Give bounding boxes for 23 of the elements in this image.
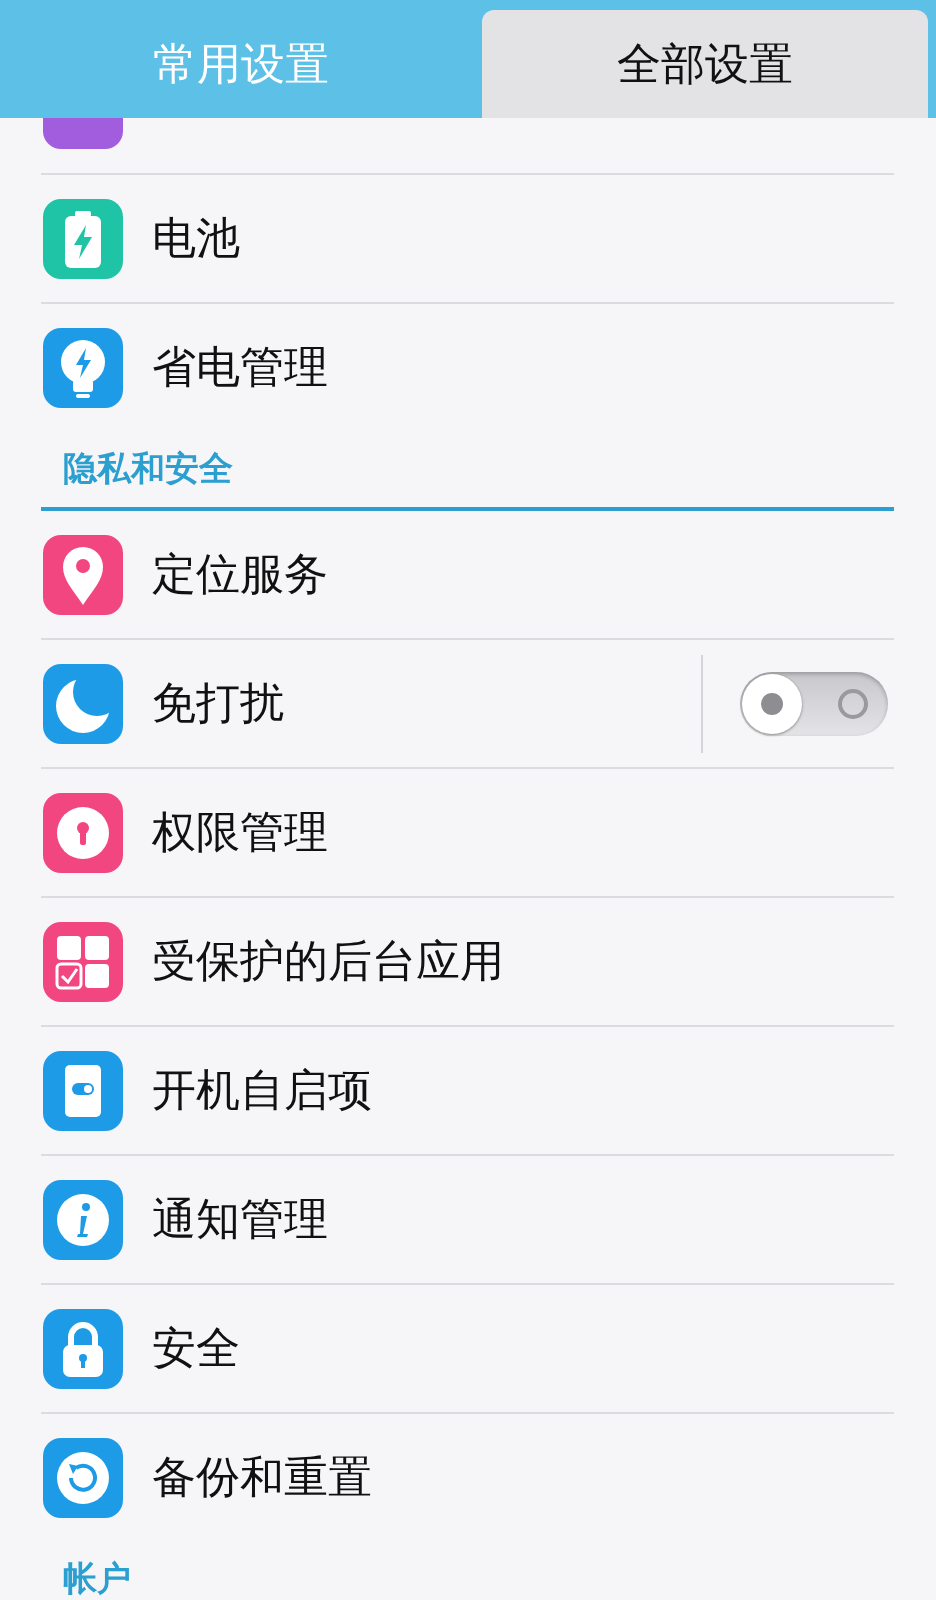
setting-label: 定位服务	[152, 547, 329, 601]
tab[interactable]: 全部设置	[482, 10, 928, 118]
settings-row[interactable]: 开机自启项	[41, 1027, 894, 1156]
setting-label: 开机自启项	[152, 1063, 373, 1117]
settings-row[interactable]: 免打扰	[41, 640, 894, 769]
settings-row[interactable]: 定位服务	[41, 511, 894, 640]
setting-label: 免打扰	[152, 676, 285, 730]
setting-label: 权限管理	[152, 805, 329, 859]
setting-label: 通知管理	[152, 1192, 329, 1246]
settings-row[interactable]: 电池	[41, 175, 894, 304]
setting-label: 备份和重置	[152, 1450, 373, 1504]
setting-label: 安全	[152, 1321, 241, 1375]
section-header: 帐户	[63, 1557, 131, 1600]
setting-label: 省电管理	[152, 340, 329, 394]
section-header: 隐私和安全	[63, 447, 233, 490]
settings-row[interactable]: 备份和重置	[41, 1414, 894, 1541]
settings-row[interactable]: 安全	[41, 1285, 894, 1414]
settings-row[interactable]: 通知管理	[41, 1156, 894, 1285]
settings-row[interactable]: 权限管理	[41, 769, 894, 898]
setting-label: 受保护的后台应用	[152, 934, 505, 988]
setting-label: 电池	[152, 211, 241, 265]
settings-row[interactable]: 省电管理	[41, 304, 894, 431]
settings-row[interactable]: 受保护的后台应用	[41, 898, 894, 1027]
